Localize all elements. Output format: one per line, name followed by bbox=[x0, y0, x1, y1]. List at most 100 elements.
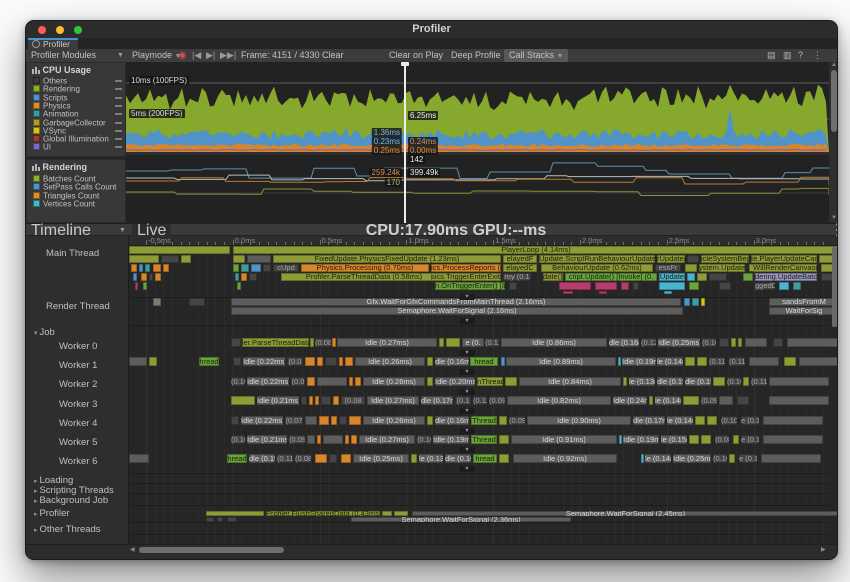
timeline-sample[interactable] bbox=[623, 377, 627, 386]
thread-expand-button[interactable]: ▼ bbox=[459, 428, 475, 434]
timeline-sample[interactable] bbox=[161, 255, 179, 263]
timeline-sample[interactable] bbox=[143, 282, 147, 290]
rendering-chart[interactable] bbox=[126, 155, 829, 223]
timeline-sample[interactable]: Idle (0.19ms) bbox=[623, 435, 659, 444]
timeline-sample[interactable] bbox=[439, 338, 444, 347]
timeline-sample[interactable]: Idle (0.19m bbox=[433, 435, 469, 444]
timeline-sample[interactable] bbox=[332, 338, 336, 347]
timeline-sample[interactable]: e (0. bbox=[462, 338, 484, 347]
timeline-sample[interactable]: Semaphore.WaitForSignal (2.45ms) bbox=[412, 511, 838, 516]
legend-drag-handle[interactable] bbox=[115, 122, 122, 124]
timeline-sample[interactable] bbox=[206, 511, 264, 516]
chart-scrollbar-track[interactable]: ▲ ▼ bbox=[829, 62, 838, 223]
timeline-sample[interactable]: (0.08 bbox=[341, 396, 365, 405]
timeline-sample[interactable] bbox=[787, 338, 838, 347]
scroll-up-icon[interactable]: ▲ bbox=[829, 62, 838, 68]
h-scrollbar-thumb[interactable] bbox=[139, 547, 284, 553]
timeline-sample[interactable] bbox=[301, 396, 307, 405]
timeline-sample[interactable]: (0.0 bbox=[291, 377, 305, 386]
timeline-sample[interactable]: dle (0.16ms bbox=[435, 357, 469, 366]
legend-drag-handle[interactable] bbox=[115, 97, 122, 99]
timeline-sample[interactable]: Update bbox=[659, 273, 685, 281]
timeline-sample[interactable] bbox=[155, 273, 161, 281]
timeline-sample[interactable] bbox=[231, 396, 255, 405]
title-bar[interactable]: Profiler bbox=[26, 21, 837, 39]
timeline-sample[interactable] bbox=[139, 264, 143, 272]
timeline-sample[interactable] bbox=[329, 454, 337, 463]
timeline-body[interactable]: PlayerLoop (4.14ms)FixedUpdate.PhysicsFi… bbox=[26, 246, 838, 544]
timeline-sample[interactable]: icleSystemBegi bbox=[701, 255, 749, 263]
timeline-sample[interactable]: PlayerLoop (4.14ms) bbox=[233, 246, 838, 254]
timeline-sample[interactable]: le (0.14m bbox=[667, 416, 693, 425]
timeline-sample[interactable]: (0.10) bbox=[727, 377, 741, 386]
timeline-sample[interactable] bbox=[141, 273, 147, 281]
timeline-sample[interactable]: Profiler.ParseThreadData (0.58ms) bbox=[281, 273, 447, 281]
timeline-sample[interactable] bbox=[499, 454, 509, 463]
timeline-sample[interactable] bbox=[713, 377, 725, 386]
timeline-sample[interactable]: FixedUpdate.PhysicsFixedUpdate (1.23ms) bbox=[273, 255, 501, 263]
timeline-sample[interactable]: Idle (0.27ms) bbox=[337, 338, 437, 347]
thread-expand-button[interactable]: ▼ bbox=[459, 318, 475, 324]
timeline-sample[interactable] bbox=[323, 435, 343, 444]
timeline-sample[interactable] bbox=[427, 377, 433, 386]
timeline-sample[interactable]: (0.10) bbox=[713, 454, 727, 463]
thread-expand-button[interactable]: ▼ bbox=[459, 369, 475, 375]
timeline-sample[interactable] bbox=[345, 435, 349, 444]
timeline-sample[interactable]: (0.09 bbox=[701, 396, 717, 405]
timeline-sample[interactable] bbox=[733, 435, 739, 444]
timeline-sample[interactable] bbox=[133, 273, 137, 281]
timeline-sample[interactable]: Idle (0.84ms) bbox=[519, 377, 621, 386]
timeline-sample[interactable]: ics.ProcessReports (0.40m bbox=[431, 264, 501, 272]
timeline-sample[interactable] bbox=[692, 298, 699, 306]
thread-expand-button[interactable]: ▼ bbox=[459, 447, 475, 453]
timeline-sample[interactable] bbox=[505, 377, 517, 386]
timeline-sample[interactable]: WaitForSig bbox=[769, 307, 838, 315]
timeline-sample[interactable] bbox=[695, 416, 705, 425]
timeline-sample[interactable] bbox=[719, 338, 729, 347]
timeline-sample[interactable] bbox=[241, 264, 249, 272]
timeline-sample[interactable] bbox=[345, 357, 353, 366]
v-scrollbar-track[interactable] bbox=[832, 247, 837, 542]
timeline-sample[interactable] bbox=[305, 357, 315, 366]
timeline-sample[interactable] bbox=[784, 357, 796, 366]
timeline-sample[interactable] bbox=[153, 298, 161, 306]
timeline-sample[interactable] bbox=[729, 454, 735, 463]
timeline-sample[interactable] bbox=[351, 435, 357, 444]
timeline-sample[interactable]: (0.11m bbox=[709, 357, 725, 366]
tab-profiler[interactable]: Profiler bbox=[28, 38, 78, 49]
timeline-sample[interactable] bbox=[701, 298, 705, 306]
timeline-sample[interactable]: roy (0.1 bbox=[503, 273, 531, 281]
thread-label-job[interactable]: ▾ Job bbox=[26, 327, 137, 338]
previous-frame-button[interactable]: |◀ bbox=[192, 49, 201, 62]
legend-drag-handle[interactable] bbox=[115, 113, 122, 115]
legend-drag-handle[interactable] bbox=[115, 130, 122, 132]
timeline-sample[interactable]: sics.TriggerEnterExits (0.39 bbox=[431, 273, 501, 281]
timeline-sample[interactable] bbox=[446, 338, 460, 347]
legend-item-global-illumination[interactable]: Global Illumination bbox=[33, 135, 109, 143]
timeline-sample[interactable] bbox=[249, 273, 257, 281]
timeline-sample[interactable]: (0.08 bbox=[715, 435, 729, 444]
legend-drag-handle[interactable] bbox=[115, 146, 122, 148]
timeline-sample[interactable]: Idle (0.24ms) bbox=[613, 396, 647, 405]
timeline-sample[interactable]: hread bbox=[470, 357, 498, 366]
thread-label-profiler[interactable]: ▸ Profiler bbox=[26, 508, 137, 519]
timeline-sample[interactable] bbox=[563, 291, 573, 294]
timeline-sample[interactable] bbox=[659, 282, 685, 290]
timeline-sample[interactable]: (0.12m bbox=[641, 338, 656, 347]
timeline-sample[interactable]: ggedDis bbox=[755, 282, 775, 290]
scroll-down-icon[interactable]: ▼ bbox=[829, 215, 838, 221]
timeline-sample[interactable]: dle (0.16m bbox=[445, 454, 471, 463]
timeline-sample[interactable] bbox=[382, 511, 392, 516]
timeline-sample[interactable] bbox=[618, 357, 621, 366]
timeline-sample[interactable] bbox=[333, 396, 339, 405]
timeline-sample[interactable] bbox=[595, 282, 617, 290]
selected-frame-handle[interactable] bbox=[401, 62, 409, 66]
scroll-right-icon[interactable]: ▶ bbox=[821, 546, 826, 553]
timeline-sample[interactable]: Idle (0.92ms) bbox=[513, 454, 617, 463]
timeline-sample[interactable] bbox=[315, 396, 319, 405]
timeline-sample[interactable] bbox=[737, 396, 749, 405]
legend-item-triangles-count[interactable]: Triangles Count bbox=[33, 192, 99, 200]
timeline-sample[interactable] bbox=[317, 377, 347, 386]
timeline-sample[interactable] bbox=[761, 454, 821, 463]
timeline-sample[interactable]: Idle (0.22ms) bbox=[247, 377, 289, 386]
